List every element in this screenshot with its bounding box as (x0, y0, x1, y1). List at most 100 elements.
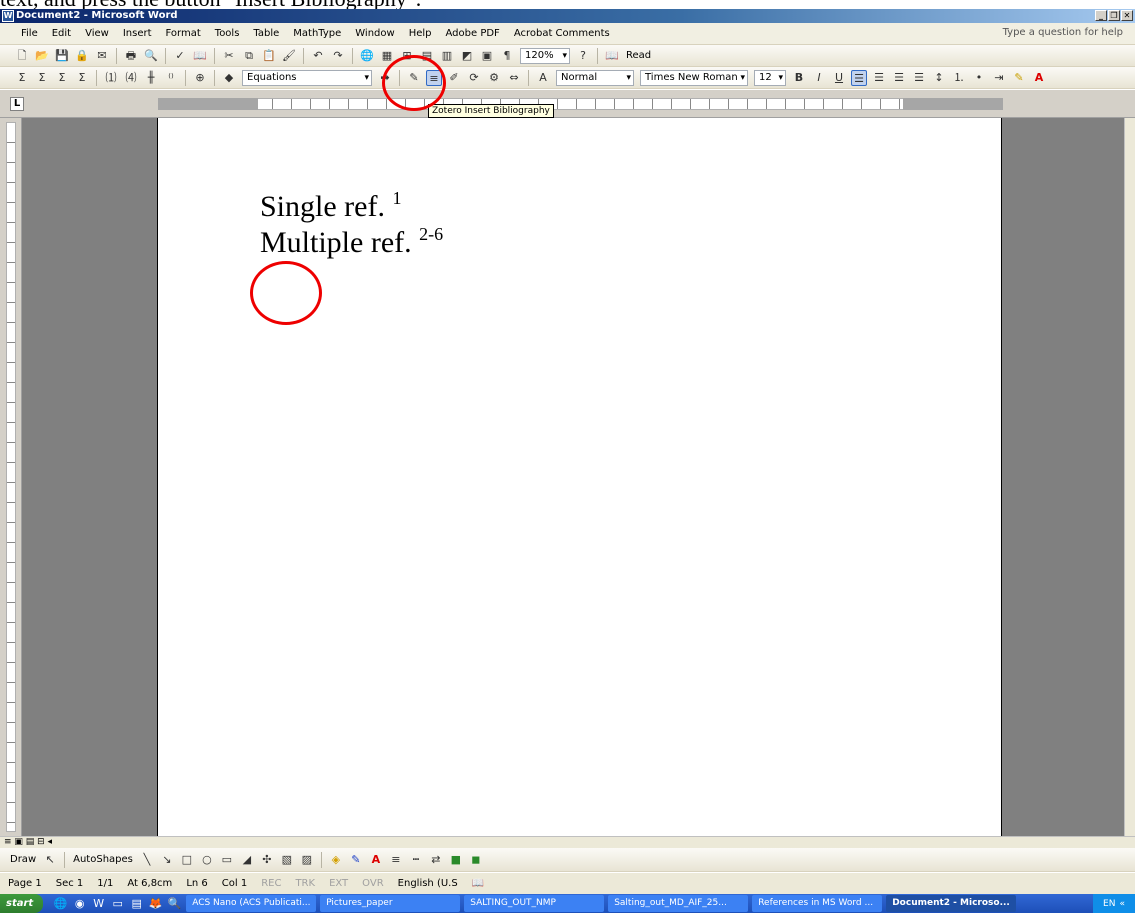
styles-icon[interactable]: A (535, 70, 551, 86)
close-button[interactable]: ✕ (1121, 10, 1133, 21)
shadow-icon[interactable]: ■ (448, 852, 464, 868)
status-ovr[interactable]: OVR (362, 878, 383, 889)
menu-insert[interactable]: Insert (116, 28, 159, 39)
line-icon[interactable]: ╲ (139, 852, 155, 868)
restore-button[interactable]: ❐ (1108, 10, 1120, 21)
minimize-button[interactable]: _ (1095, 10, 1107, 21)
horizontal-scrollbar[interactable]: ≡ ▣ ▤ ⊟ ◂ (0, 836, 1135, 848)
indent-icon[interactable]: ⇥ (991, 70, 1007, 86)
tab-selector-icon[interactable]: L (10, 97, 24, 111)
read-icon[interactable]: 📖 (604, 48, 620, 64)
font-size-dropdown[interactable]: 12 (754, 69, 786, 86)
view-buttons-icon[interactable]: ≡ ▣ ▤ ⊟ ◂ (4, 837, 52, 847)
zotero-edit-bibliography-icon[interactable]: ✐ (446, 70, 462, 86)
taskbar-item[interactable]: ACS Nano (ACS Publicati... (186, 895, 317, 912)
columns-icon[interactable]: ▥ (439, 48, 455, 64)
help-search-input[interactable]: Type a question for help (1003, 27, 1123, 38)
cut-icon[interactable]: ✂ (221, 48, 237, 64)
zotero-refresh-icon[interactable]: ⟳ (466, 70, 482, 86)
diamond-icon[interactable]: ◆ (221, 70, 237, 86)
document-map-icon[interactable]: ▣ (479, 48, 495, 64)
font-color-icon[interactable]: A (1031, 70, 1047, 86)
autoshapes-menu-button[interactable]: AutoShapes (73, 854, 133, 865)
select-objects-icon[interactable]: ↖ (42, 852, 58, 868)
align-left-icon[interactable]: ☰ (851, 69, 867, 86)
sum-sub-icon[interactable]: Σ (74, 70, 90, 86)
arrow-style-icon[interactable]: ⇄ (428, 852, 444, 868)
taskbar-item[interactable]: References in MS Word ... (752, 895, 883, 912)
arrow-tool-icon[interactable]: ↘ (159, 852, 175, 868)
quicklaunch-office-icon[interactable]: ◉ (72, 896, 87, 911)
equation-ref-icon[interactable]: ⑷ (123, 70, 139, 86)
menu-help[interactable]: Help (402, 28, 439, 39)
menu-edit[interactable]: Edit (45, 28, 78, 39)
copy-icon[interactable]: ⧉ (241, 48, 257, 64)
dash-style-icon[interactable]: ┅ (408, 852, 424, 868)
print-icon[interactable]: 🖶 (123, 48, 139, 64)
quicklaunch-firefox-icon[interactable]: 🦊 (148, 896, 163, 911)
equation-format-icon[interactable]: ⁽⁾ (163, 70, 179, 86)
spelling-status-icon[interactable]: 📖 (472, 878, 484, 889)
undo-icon[interactable]: ↶ (310, 48, 326, 64)
open-folder-icon[interactable]: 📂 (34, 48, 50, 64)
line-style-icon[interactable]: ≡ (388, 852, 404, 868)
new-document-icon[interactable]: 🗋 (14, 48, 30, 64)
quicklaunch-explorer-icon[interactable]: ▤ (129, 896, 144, 911)
zoom-dropdown[interactable]: 120% (520, 47, 570, 64)
draw-menu-button[interactable]: Draw (10, 854, 36, 865)
print-preview-icon[interactable]: 🔍 (143, 48, 159, 64)
line-color-icon[interactable]: ✎ (348, 852, 364, 868)
rectangle-icon[interactable]: □ (179, 852, 195, 868)
fill-color-icon[interactable]: ◈ (328, 852, 344, 868)
permission-icon[interactable]: 🔒 (74, 48, 90, 64)
language-indicator[interactable]: EN (1103, 899, 1115, 909)
document-line-single-ref[interactable]: Single ref. 1 (260, 188, 401, 224)
zotero-preferences-icon[interactable]: ⚙ (486, 70, 502, 86)
justify-icon[interactable]: ☰ (911, 70, 927, 86)
diagram-icon[interactable]: ✣ (259, 852, 275, 868)
equation-break-icon[interactable]: ╫ (143, 70, 159, 86)
line-spacing-icon[interactable]: ↕ (931, 70, 947, 86)
document-page[interactable]: Single ref. 1 Multiple ref. 2-6 (157, 118, 1002, 836)
read-button[interactable]: Read (626, 50, 651, 61)
menu-adobe-pdf[interactable]: Adobe PDF (439, 28, 507, 39)
taskbar-item[interactable]: Salting_out_MD_AIF_25... (608, 895, 749, 912)
tray-expand-icon[interactable]: « (1119, 899, 1125, 909)
single-ref-citation[interactable]: 1 (392, 188, 401, 208)
status-ext[interactable]: EXT (329, 878, 348, 889)
quicklaunch-search-icon[interactable]: 🔍 (167, 896, 182, 911)
paste-icon[interactable]: 📋 (261, 48, 277, 64)
zotero-remove-codes-icon[interactable]: ⇔ (506, 70, 522, 86)
menu-table[interactable]: Table (246, 28, 286, 39)
vertical-ruler[interactable] (0, 118, 22, 836)
start-button[interactable]: start (0, 894, 44, 913)
menu-format[interactable]: Format (159, 28, 208, 39)
picture-icon[interactable]: ▨ (299, 852, 315, 868)
quicklaunch-browser-icon[interactable]: 🌐 (53, 896, 68, 911)
taskbar-item-active[interactable]: Document2 - Microso... (886, 895, 1017, 912)
wordart-icon[interactable]: ◢ (239, 852, 255, 868)
spelling-icon[interactable]: ✓ (172, 48, 188, 64)
status-language[interactable]: English (U.S (398, 878, 458, 889)
menu-tools[interactable]: Tools (208, 28, 247, 39)
save-icon[interactable]: 💾 (54, 48, 70, 64)
highlight-icon[interactable]: ✎ (1011, 70, 1027, 86)
research-icon[interactable]: 📖 (192, 48, 208, 64)
taskbar-item[interactable]: Pictures_paper (320, 895, 461, 912)
quicklaunch-desktop-icon[interactable]: ▭ (110, 896, 125, 911)
menu-window[interactable]: Window (348, 28, 401, 39)
bullets-icon[interactable]: • (971, 70, 987, 86)
quicklaunch-word-icon[interactable]: W (91, 896, 106, 911)
help-icon[interactable]: ? (575, 48, 591, 64)
hyperlink-icon[interactable]: 🌐 (359, 48, 375, 64)
email-icon[interactable]: ✉ (94, 48, 110, 64)
font-dropdown[interactable]: Times New Roman (640, 69, 748, 86)
menu-view[interactable]: View (78, 28, 116, 39)
draw-font-color-icon[interactable]: A (368, 852, 384, 868)
align-right-icon[interactable]: ☰ (891, 70, 907, 86)
menu-mathtype[interactable]: MathType (286, 28, 348, 39)
multiple-ref-citation[interactable]: 2-6 (419, 224, 443, 244)
equation-number-icon[interactable]: ⑴ (103, 70, 119, 86)
menu-acrobat-comments[interactable]: Acrobat Comments (507, 28, 617, 39)
redo-icon[interactable]: ↷ (330, 48, 346, 64)
